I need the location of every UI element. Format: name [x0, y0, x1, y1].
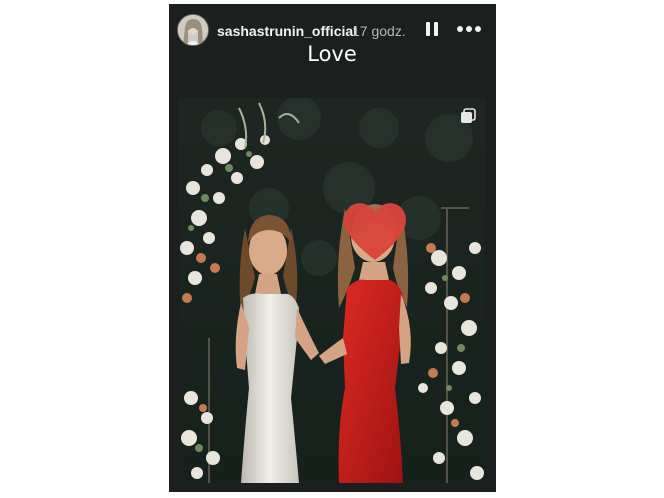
story-caption: Love [307, 42, 357, 66]
avatar-image [178, 15, 208, 45]
story-username[interactable]: sashastrunin_official [217, 23, 357, 39]
story-photo [179, 98, 485, 483]
stack-icon[interactable] [460, 108, 476, 124]
photo-illustration [179, 98, 485, 483]
story-viewer: sashastrunin_official 17 godz. Love [169, 4, 496, 492]
more-icon[interactable] [456, 21, 482, 37]
pause-icon[interactable] [424, 21, 440, 37]
story-timestamp: 17 godz. [352, 23, 406, 39]
